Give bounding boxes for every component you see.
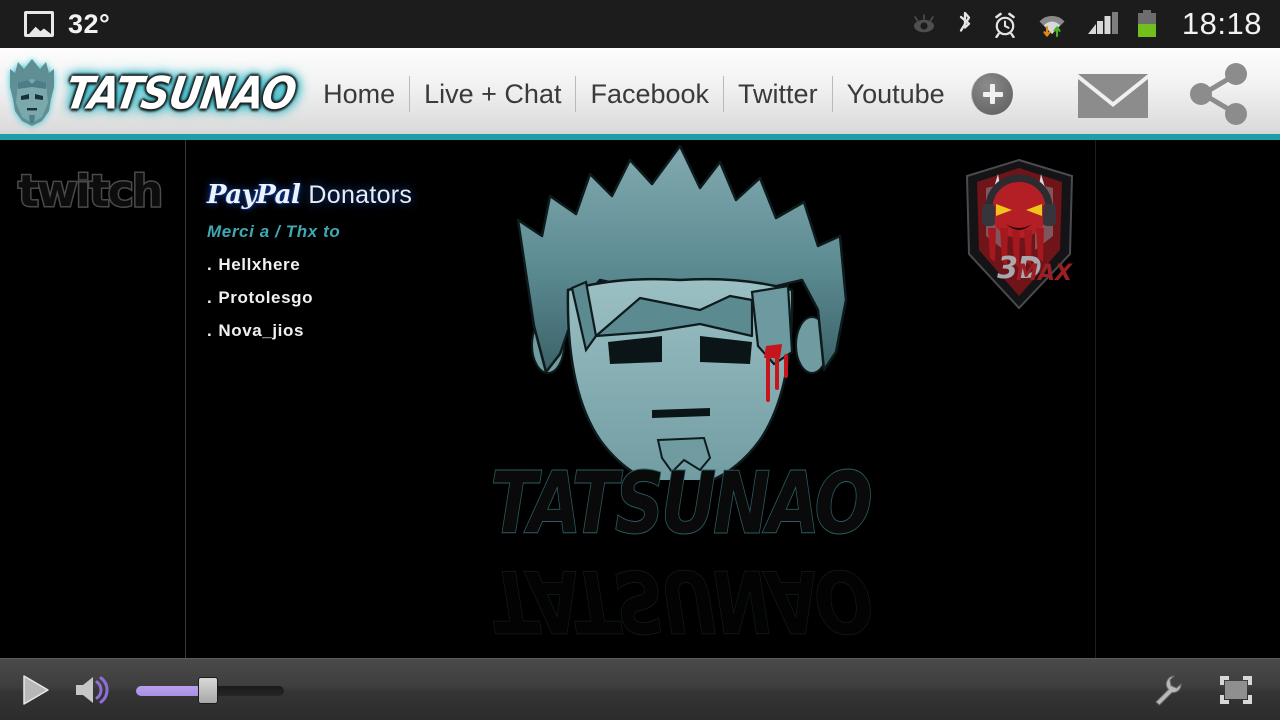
volume-handle[interactable]	[198, 676, 218, 704]
left-column-divider	[185, 140, 186, 658]
wrench-settings-icon[interactable]	[1150, 673, 1184, 707]
header-actions	[1074, 63, 1280, 125]
donators-title: Donators	[308, 181, 413, 209]
bluetooth-icon	[959, 11, 971, 32]
mail-icon[interactable]	[1074, 64, 1152, 124]
stream-artwork: TATSUNAO TATSUNAO	[400, 140, 960, 658]
add-tab-button[interactable]	[970, 73, 1013, 115]
stream-content-area: twitch PayPal Donators Merci a / Thx to …	[0, 140, 1280, 658]
clock-label: 18:18	[1181, 6, 1262, 41]
3d-max-devil-shield-logo: 3D MAX	[962, 158, 1077, 318]
brand-wordmark: TATSUNAO	[61, 68, 300, 120]
player-left-controls	[0, 673, 284, 707]
paypal-wordmark: PayPal	[207, 180, 301, 210]
photo-icon	[24, 11, 54, 37]
artwork-wordmark: TATSUNAO	[490, 454, 874, 555]
nav-item-home[interactable]: Home	[309, 76, 409, 112]
play-icon[interactable]	[18, 673, 52, 707]
tatsunao-avatar-icon	[2, 53, 62, 135]
nav-item-twitter[interactable]: Twitter	[723, 76, 832, 112]
speaker-volume-icon[interactable]	[72, 674, 112, 706]
nav-item-youtube[interactable]: Youtube	[831, 76, 959, 112]
cellular-signal-icon	[1087, 12, 1118, 34]
status-bar: 32° 18:18	[0, 0, 1280, 48]
wifi-data-transfer-icon	[1039, 15, 1065, 38]
video-player-controls	[0, 658, 1280, 720]
nav-item-facebook[interactable]: Facebook	[575, 76, 723, 112]
app-header: TATSUNAO Home Live + Chat Facebook Twitt…	[0, 48, 1280, 140]
bullet: .	[207, 288, 213, 307]
battery-icon	[1137, 10, 1156, 37]
smart-stay-eye-icon	[913, 14, 934, 33]
brand-logo[interactable]: TATSUNAO	[0, 48, 299, 140]
donor-name: Hellxhere	[218, 255, 301, 274]
volume-slider[interactable]	[136, 676, 284, 704]
share-icon[interactable]	[1186, 63, 1252, 125]
bullet: .	[207, 321, 213, 340]
fullscreen-icon[interactable]	[1218, 675, 1254, 705]
status-bar-right: 18:18	[910, 6, 1280, 42]
player-right-controls	[1150, 673, 1280, 707]
volume-fill	[136, 685, 202, 696]
temperature-label: 32°	[68, 8, 111, 39]
donor-name: Protolesgo	[218, 288, 314, 307]
svg-text:MAX: MAX	[1016, 261, 1073, 286]
alarm-clock-icon	[995, 12, 1015, 38]
nav-item-live-chat[interactable]: Live + Chat	[409, 76, 575, 112]
twitch-logo: twitch	[16, 165, 164, 219]
status-bar-left: 32°	[0, 9, 110, 40]
tatsunao-character-artwork	[516, 144, 848, 490]
right-column-divider	[1095, 140, 1096, 658]
artwork-wordmark-reflection: TATSUNAO	[490, 549, 870, 649]
donor-name: Nova_jios	[218, 321, 305, 340]
bullet: .	[207, 255, 213, 274]
main-navigation: Home Live + Chat Facebook Twitter Youtub…	[309, 66, 1013, 122]
